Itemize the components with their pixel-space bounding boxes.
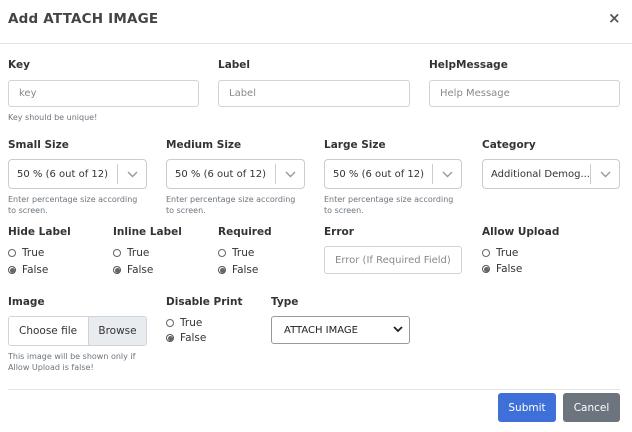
hint-line: to screen. <box>166 206 206 215</box>
hint-line: to screen. <box>8 206 48 215</box>
option-label: False <box>180 332 207 344</box>
inline-label-false-option[interactable]: False <box>113 263 153 277</box>
header-divider <box>0 43 632 44</box>
radio-icon[interactable] <box>482 249 490 257</box>
type-value: ATTACH IMAGE <box>284 324 358 336</box>
category-label: Category <box>482 139 536 151</box>
medium-size-select[interactable]: 50 % (6 out of 12) <box>166 159 305 189</box>
hint-line: This image will be shown only if <box>8 352 136 361</box>
hide-label-true-option[interactable]: True <box>8 246 44 260</box>
key-label: Key <box>8 59 30 71</box>
radio-icon[interactable] <box>166 334 174 342</box>
hint-line: Enter percentage size according <box>8 195 138 204</box>
browse-button[interactable]: Browse <box>88 317 146 345</box>
chevron-down-icon[interactable] <box>591 171 619 178</box>
option-label: True <box>232 247 255 259</box>
required-true-option[interactable]: True <box>218 246 254 260</box>
radio-icon[interactable] <box>218 266 226 274</box>
medium-size-value: 50 % (6 out of 12) <box>175 168 267 180</box>
option-label: True <box>22 247 45 259</box>
submit-button[interactable]: Submit <box>498 393 556 422</box>
hint-line: Allow Upload is false! <box>8 363 94 372</box>
cancel-button[interactable]: Cancel <box>563 393 620 422</box>
large-size-value: 50 % (6 out of 12) <box>333 168 425 180</box>
required-false-option[interactable]: False <box>218 263 258 277</box>
image-file-input[interactable]: Choose file Browse <box>8 316 147 346</box>
option-label: True <box>127 247 150 259</box>
category-value: Additional Demog... <box>491 168 590 180</box>
radio-icon[interactable] <box>482 265 490 273</box>
option-label: False <box>22 264 49 276</box>
radio-icon[interactable] <box>113 249 121 257</box>
chevron-down-icon[interactable] <box>118 171 146 178</box>
option-label: False <box>232 264 259 276</box>
option-label: False <box>127 264 154 276</box>
hint-line: Enter percentage size according <box>166 195 296 204</box>
chevron-down-icon[interactable] <box>276 171 304 178</box>
hint-line: Enter percentage size according <box>324 195 454 204</box>
option-label: True <box>496 247 519 259</box>
error-label: Error <box>324 226 354 238</box>
choose-file-label[interactable]: Choose file <box>9 317 88 345</box>
allow-upload-true-option[interactable]: True <box>482 246 518 260</box>
large-size-hint: Enter percentage size according to scree… <box>324 194 453 216</box>
hint-line: to screen. <box>324 206 364 215</box>
option-label: False <box>496 263 523 275</box>
small-size-label: Small Size <box>8 139 69 151</box>
label-input[interactable]: Label <box>218 80 410 107</box>
small-size-hint: Enter percentage size according to scree… <box>8 194 137 216</box>
type-select[interactable]: ATTACH IMAGE <box>271 316 410 344</box>
image-label: Image <box>8 296 45 308</box>
hide-label-label: Hide Label <box>8 226 71 238</box>
disable-print-true-option[interactable]: True <box>166 316 202 330</box>
radio-icon[interactable] <box>8 266 16 274</box>
medium-size-label: Medium Size <box>166 139 242 151</box>
error-input[interactable]: Error (If Required Field) <box>324 246 462 274</box>
hide-label-false-option[interactable]: False <box>8 263 48 277</box>
close-icon[interactable]: × <box>608 9 621 27</box>
help-message-label: HelpMessage <box>429 59 508 71</box>
large-size-label: Large Size <box>324 139 386 151</box>
radio-icon[interactable] <box>113 266 121 274</box>
inline-label-label: Inline Label <box>113 226 182 238</box>
label-label: Label <box>218 59 251 71</box>
allow-upload-label: Allow Upload <box>482 226 560 238</box>
chevron-down-icon[interactable] <box>433 171 461 178</box>
key-hint: Key should be unique! <box>8 113 98 122</box>
small-size-value: 50 % (6 out of 12) <box>17 168 109 180</box>
chevron-down-icon[interactable] <box>393 325 403 336</box>
small-size-select[interactable]: 50 % (6 out of 12) <box>8 159 147 189</box>
disable-print-label: Disable Print <box>166 296 243 308</box>
footer-divider <box>8 389 620 390</box>
option-label: True <box>180 317 203 329</box>
medium-size-hint: Enter percentage size according to scree… <box>166 194 295 216</box>
large-size-select[interactable]: 50 % (6 out of 12) <box>324 159 462 189</box>
key-input[interactable]: key <box>8 80 199 107</box>
radio-icon[interactable] <box>218 249 226 257</box>
radio-icon[interactable] <box>166 319 174 327</box>
category-select[interactable]: Additional Demog... <box>482 159 620 189</box>
required-label: Required <box>218 226 272 238</box>
type-label: Type <box>271 296 299 308</box>
disable-print-false-option[interactable]: False <box>166 331 206 345</box>
allow-upload-false-option[interactable]: False <box>482 262 522 276</box>
help-message-input[interactable]: Help Message <box>429 80 620 107</box>
dialog-title: Add ATTACH IMAGE <box>8 11 159 27</box>
image-hint: This image will be shown only if Allow U… <box>8 351 135 373</box>
radio-icon[interactable] <box>8 249 16 257</box>
inline-label-true-option[interactable]: True <box>113 246 149 260</box>
